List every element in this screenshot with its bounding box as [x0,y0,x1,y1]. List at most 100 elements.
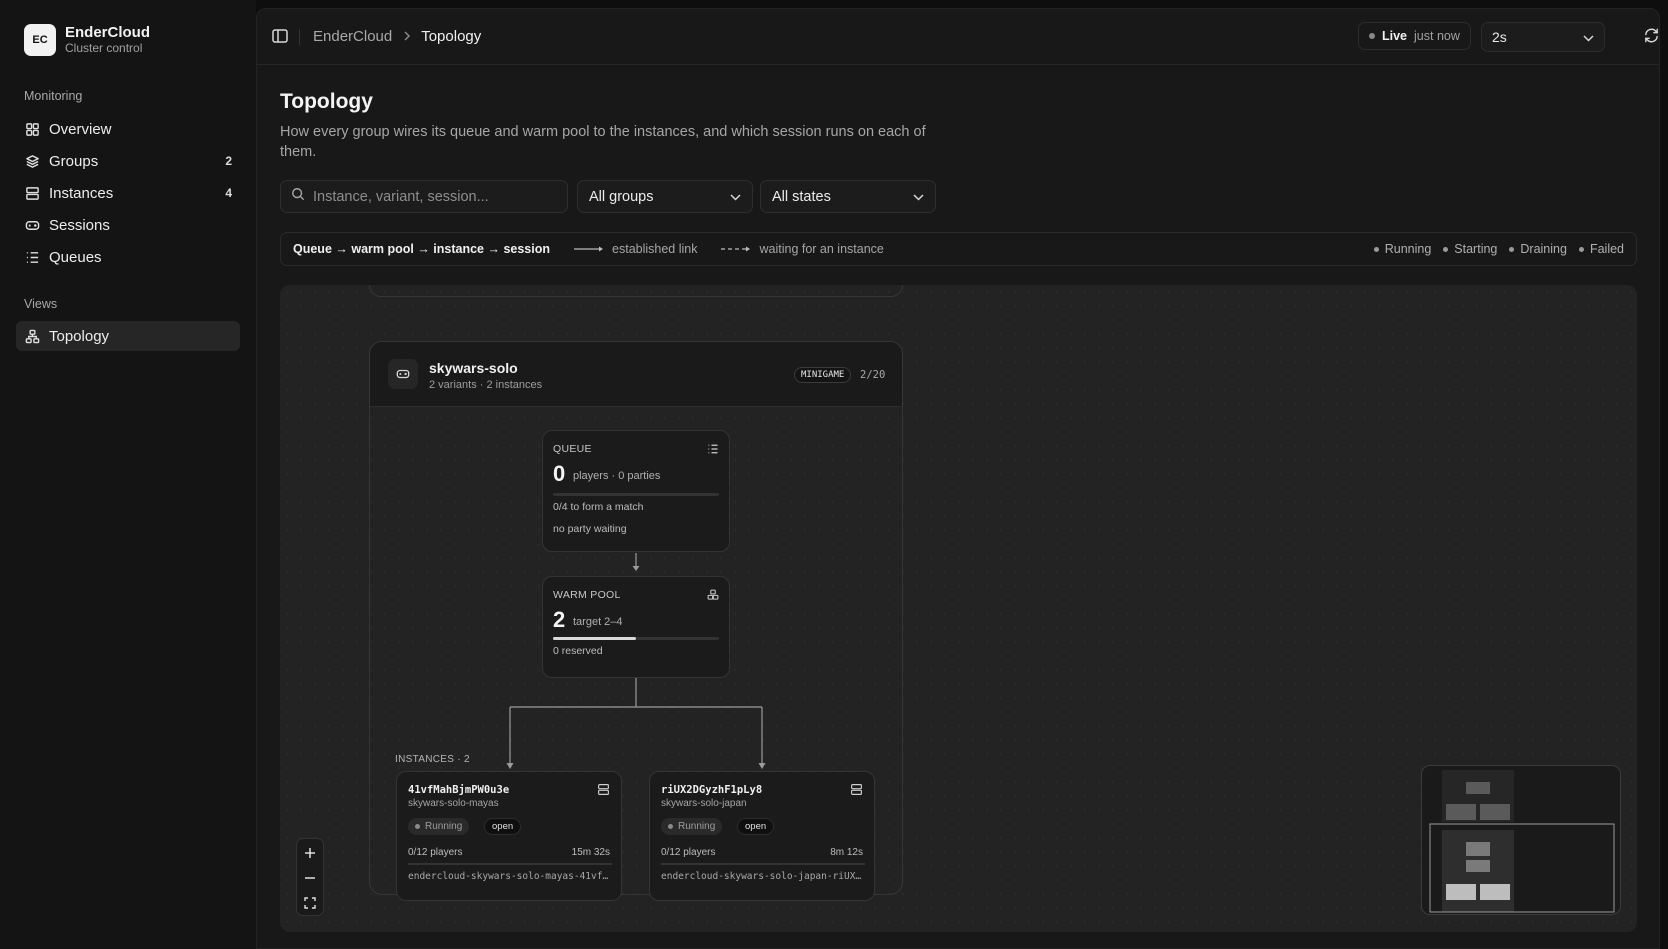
instance-state-label: Running [425,821,463,832]
warm-pool-target: target 2–4 [573,616,623,628]
sidebar-item-label: Queues [49,248,102,266]
warm-pool-node[interactable]: WARM POOL 2 target 2–4 0 reserved [542,576,730,678]
queue-count: 0 [553,461,566,486]
sidebar-item-topology[interactable]: Topology [16,321,240,351]
topology-canvas[interactable]: skywars-solo 2 variants · 2 instances MI… [280,285,1637,932]
queue-label: QUEUE [553,443,592,455]
refresh-icon[interactable] [1643,27,1659,45]
group-kind-badge: MINIGAME [794,367,852,383]
status-dot-icon [1373,246,1379,252]
instance-players: 0/12 players [408,847,463,858]
groups-count: 2 [225,154,232,168]
breadcrumb-parent[interactable]: EnderCloud [313,28,392,45]
sidebar-item-label: Instances [49,184,114,202]
divider [299,29,300,45]
group-meta: 2 variants · 2 instances [429,379,543,391]
queue-progress-bar [553,493,719,496]
queue-match-status: 0/4 to form a match [553,501,644,513]
brand-subtitle: Cluster control [65,41,143,55]
refresh-interval-select[interactable]: 2s [1481,22,1605,52]
sidebar-item-queues[interactable]: Queues [16,242,240,272]
minimap-graphic [1429,770,1615,913]
instance-uptime: 15m 32s [571,847,610,858]
warm-pool-count: 2 [553,607,566,632]
sidebar-item-instances[interactable]: Instances 4 [16,178,240,208]
status-dot-icon [1369,33,1375,39]
legend-state-draining: Draining [1509,242,1567,256]
instances-count: 4 [225,186,232,200]
sidebar-item-label: Overview [49,120,112,138]
group-name: skywars-solo [429,360,518,376]
instance-variant: skywars-solo-mayas [408,798,499,809]
instance-session[interactable]: endercloud-skywars-solo-japan-riUX2DGyzh… [661,871,865,882]
group-card-previous[interactable] [369,285,903,297]
sidebar: EC EnderCloud Cluster control Monitoring… [0,0,256,949]
warm-pool-progress-bar [553,637,719,640]
chevron-down-icon [730,189,741,205]
breadcrumb-current: Topology [421,28,482,45]
instance-id: 41vfMahBjmPW0u3e [408,784,510,796]
search-field[interactable] [280,180,568,213]
sidebar-item-overview[interactable]: Overview [16,114,240,144]
instance-state-label: Running [678,821,716,832]
gamepad-icon [24,217,40,233]
search-input[interactable] [313,188,553,205]
list-icon [707,442,719,454]
state-filter-value: All states [772,188,831,205]
zoom-out-button[interactable] [297,865,323,890]
chevron-down-icon [913,189,924,205]
zoom-controls [296,838,324,916]
instance-session[interactable]: endercloud-skywars-solo-mayas-41vfMahBjm… [408,871,612,882]
fit-view-button[interactable] [297,890,323,915]
sidebar-item-sessions[interactable]: Sessions [16,210,240,240]
topbar: EnderCloud Topology Live just now 2s [257,9,1659,65]
sidebar-item-groups[interactable]: Groups 2 [16,146,240,176]
legend-waiting-label: waiting for an instance [759,242,884,256]
queue-unit: players · 0 parties [573,470,661,482]
legend-state-label: Draining [1520,242,1567,256]
topology-legend: Queue → warm pool → instance → session e… [280,232,1637,266]
queue-node[interactable]: QUEUE 0 players · 0 parties 0/4 to form … [542,430,730,552]
group-card[interactable]: skywars-solo 2 variants · 2 instances MI… [369,341,903,901]
sidebar-item-label: Sessions [49,216,110,234]
legend-state-starting: Starting [1443,242,1497,256]
status-dot-icon [1509,246,1515,252]
brand-name: EnderCloud [65,24,150,41]
status-dot-icon [1443,246,1449,252]
brand[interactable]: EC EnderCloud Cluster control [24,24,150,56]
server-icon [850,783,863,796]
status-dot-icon [668,824,673,829]
instance-players: 0/12 players [661,847,716,858]
status-dot-icon [1578,246,1584,252]
nav-section-monitoring: Monitoring [24,89,83,103]
chevron-right-icon [402,29,411,44]
dashed-arrow-icon [721,246,751,252]
instance-id: riUX2DGyzhF1pLy8 [661,784,763,796]
group-header: skywars-solo 2 variants · 2 instances MI… [370,342,902,407]
instance-card[interactable]: 41vfMahBjmPW0u3e skywars-solo-mayas Runn… [396,771,622,901]
server-icon [24,185,40,201]
group-filter-select[interactable]: All groups [577,180,753,213]
solid-arrow-icon [574,246,604,252]
instance-variant: skywars-solo-japan [661,798,747,809]
instance-state-badge: Running [408,818,470,835]
instance-player-bar [408,863,612,865]
state-filter-select[interactable]: All states [760,180,936,213]
sidebar-toggle-icon[interactable] [271,27,289,45]
instances-label: INSTANCES · 2 [395,754,470,765]
zoom-in-button[interactable] [297,840,323,865]
refresh-interval-value: 2s [1492,29,1507,45]
legend-state-label: Running [1384,242,1432,256]
instance-card[interactable]: riUX2DGyzhF1pLy8 skywars-solo-japan Runn… [649,771,875,901]
minimap[interactable] [1421,765,1621,915]
legend-waiting: waiting for an instance [721,242,884,256]
instance-status-badge: open [737,818,775,835]
instance-uptime: 8m 12s [830,847,863,858]
group-filter-value: All groups [589,188,654,205]
warm-pool-progress-fill [553,637,636,640]
page-title: Topology [280,90,373,113]
list-icon [24,249,40,265]
main-panel: EnderCloud Topology Live just now 2s Top… [256,8,1660,949]
status-dot-icon [415,824,420,829]
minus-icon [305,876,315,879]
